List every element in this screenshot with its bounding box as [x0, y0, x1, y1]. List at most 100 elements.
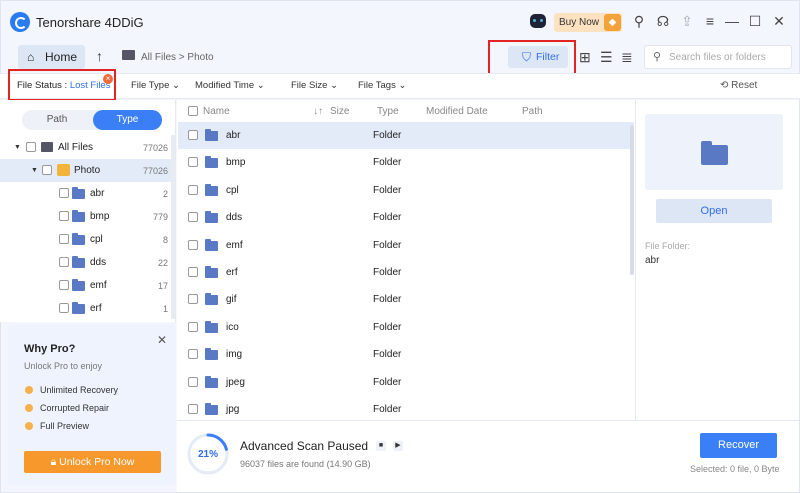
column-type[interactable]: Type	[377, 106, 399, 117]
checkbox[interactable]	[188, 404, 198, 414]
home-button[interactable]: ⌂ Home	[18, 45, 85, 69]
app-logo-icon	[10, 12, 30, 32]
tree-item-erf[interactable]: erf 1	[0, 297, 176, 320]
table-row[interactable]: emf Folder	[178, 232, 634, 259]
folder-icon	[205, 184, 218, 196]
checkbox[interactable]	[59, 188, 69, 198]
share-icon[interactable]: ⇪	[678, 12, 696, 30]
grid-view-icon[interactable]: ⊞	[579, 49, 591, 66]
table-row[interactable]: jpeg Folder	[178, 369, 634, 396]
stop-icon[interactable]: ■	[376, 441, 386, 451]
menu-icon[interactable]: ≡	[701, 12, 719, 30]
search-input[interactable]: ⚲ Search files or folders	[644, 45, 792, 69]
checkbox[interactable]	[188, 212, 198, 222]
checkbox[interactable]	[59, 257, 69, 267]
tab-path[interactable]: Path	[22, 110, 92, 130]
checkbox[interactable]	[188, 322, 198, 332]
table-row[interactable]: jpg Folder	[178, 396, 634, 423]
clear-status-icon[interactable]: ×	[103, 74, 113, 84]
table-row[interactable]: dds Folder	[178, 204, 634, 231]
table-row[interactable]: ico Folder	[178, 314, 634, 341]
row-name: jpeg	[226, 377, 245, 388]
checkbox[interactable]	[42, 165, 52, 175]
expand-arrow-icon[interactable]: ▼	[14, 144, 21, 151]
checkbox[interactable]	[59, 211, 69, 221]
checkbox[interactable]	[59, 280, 69, 290]
file-status-filter[interactable]: File Status : Lost Files	[17, 80, 110, 91]
promo-item: Unlimited Recovery	[40, 385, 119, 395]
tree-item-all-files[interactable]: ▼ All Files 77026	[0, 136, 176, 159]
breadcrumb[interactable]: All Files > Photo	[141, 52, 214, 63]
tool-icon[interactable]: ⚲	[630, 12, 648, 30]
row-type: Folder	[373, 294, 402, 305]
up-arrow-icon[interactable]: ↑	[96, 48, 103, 64]
tree-count: 8	[162, 235, 168, 245]
assistant-robot-icon[interactable]	[530, 14, 546, 28]
table-row[interactable]: erf Folder	[178, 259, 634, 286]
recover-button[interactable]: Recover	[700, 433, 777, 458]
table-row[interactable]: abr Folder	[178, 122, 634, 149]
row-name: ico	[226, 322, 239, 333]
tree-item-photo[interactable]: ▼ Photo 77026	[0, 159, 176, 182]
open-button[interactable]: Open	[656, 199, 772, 223]
tab-type[interactable]: Type	[93, 110, 162, 130]
lock-icon: 🔒︎	[50, 456, 57, 468]
list-view-icon[interactable]: ≣	[621, 49, 633, 66]
tree-item-bmp[interactable]: bmp 779	[0, 205, 176, 228]
reset-button[interactable]: ⟲ Reset	[720, 80, 757, 91]
tree-item-cpl[interactable]: cpl 8	[0, 228, 176, 251]
column-path[interactable]: Path	[522, 106, 543, 117]
close-icon[interactable]: ✕	[770, 12, 788, 30]
checkbox[interactable]	[188, 377, 198, 387]
scan-progress-percent: 21%	[197, 449, 218, 460]
unlock-pro-button[interactable]: 🔒︎ Unlock Pro Now	[24, 451, 161, 473]
promo-item: Full Preview	[40, 421, 90, 431]
select-all-checkbox[interactable]	[188, 106, 198, 116]
checkbox[interactable]	[26, 142, 36, 152]
headset-icon[interactable]: ☊	[654, 12, 672, 30]
file-size-dropdown[interactable]: File Size ⌄	[291, 80, 338, 91]
tree-item-abr[interactable]: abr 2	[0, 182, 176, 205]
folder-icon	[72, 210, 85, 222]
tree-item-dds[interactable]: dds 22	[0, 251, 176, 274]
table-row[interactable]: cpl Folder	[178, 177, 634, 204]
detail-view-icon[interactable]: ☰	[600, 49, 613, 66]
checkbox[interactable]	[188, 240, 198, 250]
promo-item: Corrupted Repair	[40, 403, 110, 413]
checkbox[interactable]	[188, 130, 198, 140]
checkbox[interactable]	[188, 157, 198, 167]
modified-time-dropdown[interactable]: Modified Time ⌄	[195, 80, 265, 91]
column-name[interactable]: Name	[203, 106, 230, 117]
table-row[interactable]: bmp Folder	[178, 149, 634, 176]
row-type: Folder	[373, 404, 402, 415]
list-scrollbar[interactable]	[630, 125, 634, 275]
checkbox[interactable]	[188, 294, 198, 304]
row-type: Folder	[373, 185, 402, 196]
minimize-icon[interactable]: —	[723, 12, 741, 30]
drive-icon	[122, 50, 135, 60]
checkbox[interactable]	[188, 349, 198, 359]
checkbox[interactable]	[59, 303, 69, 313]
filter-button[interactable]: ⛉ Filter	[508, 46, 568, 68]
column-size[interactable]: Size	[330, 106, 349, 117]
search-icon: ⚲	[653, 51, 662, 63]
file-type-dropdown[interactable]: File Type ⌄	[131, 80, 180, 91]
maximize-icon[interactable]: ☐	[746, 12, 764, 30]
checkbox[interactable]	[188, 185, 198, 195]
table-row[interactable]: gif Folder	[178, 286, 634, 313]
expand-arrow-icon[interactable]: ▼	[31, 167, 38, 174]
tree-item-emf[interactable]: emf 17	[0, 274, 176, 297]
sidebar-scrollbar[interactable]	[171, 135, 175, 319]
play-icon[interactable]: ▶	[393, 441, 403, 451]
buy-now-button[interactable]: Buy Now ◆	[554, 13, 622, 32]
promo-close-icon[interactable]: ✕	[157, 333, 167, 347]
file-tags-dropdown[interactable]: File Tags ⌄	[358, 80, 406, 91]
table-row[interactable]: img Folder	[178, 341, 634, 368]
filter-label: Filter	[536, 51, 560, 63]
scan-subtitle: 96037 files are found (14.90 GB)	[240, 459, 371, 469]
checkbox[interactable]	[59, 234, 69, 244]
checkbox[interactable]	[188, 267, 198, 277]
sort-icon[interactable]: ↓↑	[313, 106, 323, 117]
row-name: gif	[226, 294, 237, 305]
column-modified-date[interactable]: Modified Date	[426, 106, 488, 117]
